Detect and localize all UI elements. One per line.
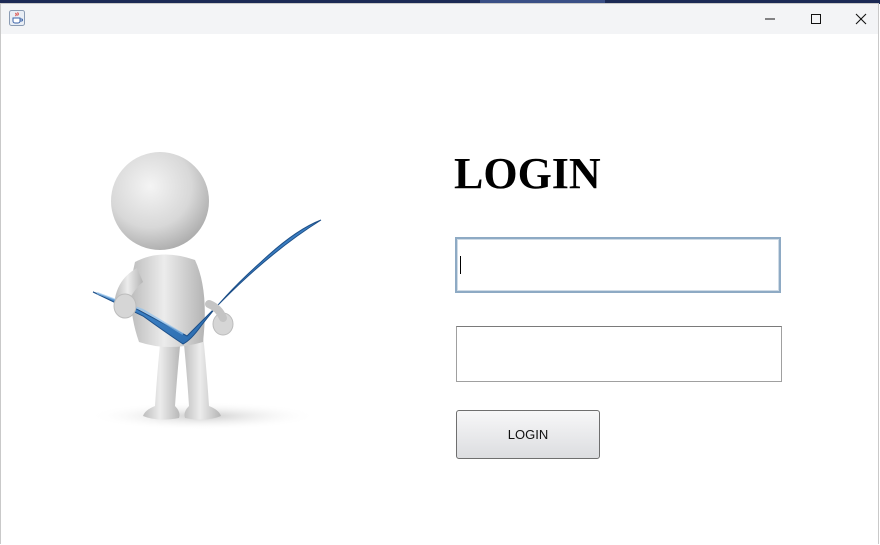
login-button-label: LOGIN xyxy=(507,427,549,442)
login-window: LOGIN LOGIN xyxy=(0,3,879,544)
login-button[interactable]: LOGIN xyxy=(456,410,600,459)
login-panel: LOGIN LOGIN xyxy=(1,34,878,544)
maximize-icon xyxy=(811,14,821,24)
close-button[interactable] xyxy=(838,4,880,34)
text-caret xyxy=(460,256,461,274)
minimize-button[interactable] xyxy=(747,4,793,34)
title-bar xyxy=(1,4,878,34)
minimize-icon xyxy=(765,18,775,20)
person-with-checkmark-icon xyxy=(88,152,322,430)
password-input[interactable] xyxy=(456,326,782,382)
java-coffee-icon xyxy=(9,10,25,26)
username-input[interactable] xyxy=(455,237,781,293)
page-title: LOGIN xyxy=(454,149,601,198)
maximize-button[interactable] xyxy=(793,4,839,34)
close-icon xyxy=(855,13,867,25)
